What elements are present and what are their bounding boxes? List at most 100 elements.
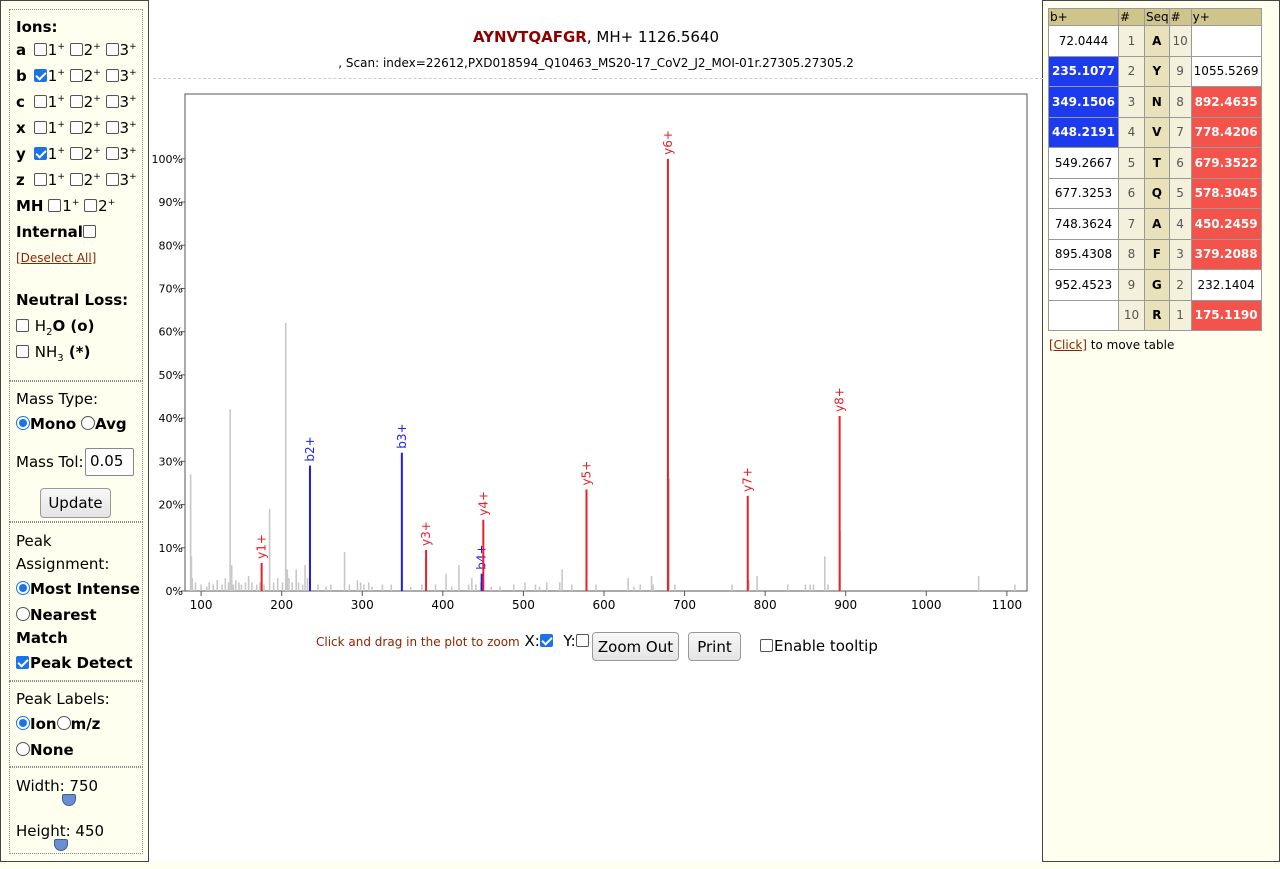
spectrum-plot[interactable]: y1+ b2+ b3+ y3+ b4+ y4+ y5+ y6+ y7+ y8+ 100 200 300 4… xyxy=(149,86,1043,626)
peak-assignment-section: Peak Assignment: Most Intense Nearest Ma… xyxy=(9,522,143,681)
peptide-sequence: AYNVTQAFGR xyxy=(472,28,587,46)
b-ion-mz xyxy=(1048,299,1119,331)
ion-x-2-checkbox[interactable] xyxy=(69,121,83,134)
y-tick-label: 60% xyxy=(159,326,183,339)
x-tick-label: 700 xyxy=(673,598,696,612)
size-section: Width: 750 Height: 450 xyxy=(9,767,143,854)
scan-info: , Scan: index=22612,PXD018594_Q10463_MS2… xyxy=(338,56,854,70)
move-table-link[interactable]: [Click] xyxy=(1049,338,1087,352)
ion-z-3-checkbox[interactable] xyxy=(105,173,119,186)
deselect-all-link[interactable]: [Deselect All] xyxy=(16,251,96,265)
ion-a-3-checkbox[interactable] xyxy=(105,43,119,56)
x-tick-label: 200 xyxy=(270,598,293,612)
ion-label: x xyxy=(16,119,26,137)
b-ion-mz: 72.0444 xyxy=(1048,25,1119,57)
y-tick-label: 90% xyxy=(159,196,183,209)
table-row: 448.2191 4 V 7 778.4206 xyxy=(1048,116,1262,148)
ion-label: c xyxy=(16,93,25,111)
b-index: 5 xyxy=(1118,147,1145,179)
nh3-checkbox[interactable] xyxy=(16,345,29,358)
x-zoom-checkbox[interactable] xyxy=(539,634,553,647)
label-mz-radio[interactable] xyxy=(56,716,71,730)
header-seq: Seq xyxy=(1144,8,1170,26)
internal-checkbox[interactable] xyxy=(82,225,96,238)
label-none-radio[interactable] xyxy=(16,742,30,756)
width-slider-handle[interactable] xyxy=(62,794,76,806)
ion-a-1-checkbox[interactable] xyxy=(33,43,47,56)
ion-y-3-checkbox[interactable] xyxy=(105,147,119,160)
ion-c-1-checkbox[interactable] xyxy=(33,95,47,108)
y-ion-mz: 450.2459 xyxy=(1190,208,1262,240)
zoom-out-button[interactable]: Zoom Out xyxy=(592,632,679,661)
ion-row-x: x 1+ 2+ 3+ xyxy=(16,119,137,137)
nearest-match-radio[interactable] xyxy=(16,607,30,621)
x-tick-label: 900 xyxy=(834,598,857,612)
ion-z-2-checkbox[interactable] xyxy=(69,173,83,186)
y-tick-label: 30% xyxy=(159,455,183,468)
mh-2-checkbox[interactable] xyxy=(84,199,98,212)
charge-label: 2 xyxy=(83,41,94,59)
h2o-checkbox[interactable] xyxy=(16,319,29,332)
enable-tooltip-label: Enable tooltip xyxy=(774,637,878,655)
mh-1-checkbox[interactable] xyxy=(48,199,62,212)
ions-section: Ions: a 1+ 2+ 3+ b 1+ 2+ 3+ c 1+ 2+ 3+ x… xyxy=(9,9,143,381)
y-ion-mz: 892.4635 xyxy=(1190,86,1262,118)
ion-b-2-checkbox[interactable] xyxy=(69,69,83,82)
y-tick-label: 0% xyxy=(166,585,183,598)
ion-label: y xyxy=(16,145,26,163)
b-ion-mz: 448.2191 xyxy=(1048,116,1119,148)
height-slider-handle[interactable] xyxy=(54,839,68,851)
y-tick-label: 50% xyxy=(159,369,183,382)
ion-z-1-checkbox[interactable] xyxy=(33,173,47,186)
options-panel: Ions: a 1+ 2+ 3+ b 1+ 2+ 3+ c 1+ 2+ 3+ x… xyxy=(0,0,149,862)
ion-x-3-checkbox[interactable] xyxy=(105,121,119,134)
x-zoom-label: X: xyxy=(524,632,540,650)
y-index: 9 xyxy=(1168,55,1192,87)
peak-label: y8+ xyxy=(833,387,847,412)
mh-label: MH xyxy=(16,197,44,215)
ion-x-1-checkbox[interactable] xyxy=(33,121,47,134)
most-intense-label: Most Intense xyxy=(30,580,140,598)
x-tick-label: 1100 xyxy=(992,598,1023,612)
y-index: 3 xyxy=(1168,238,1192,270)
ion-y-1-checkbox[interactable] xyxy=(33,147,47,160)
peak-label: b3+ xyxy=(395,423,409,448)
ion-c-2-checkbox[interactable] xyxy=(69,95,83,108)
residue: G xyxy=(1144,269,1170,301)
residue: A xyxy=(1144,25,1170,57)
charge-label: 1 xyxy=(47,145,58,163)
ion-b-3-checkbox[interactable] xyxy=(105,69,119,82)
residue: N xyxy=(1144,86,1170,118)
ion-a-2-checkbox[interactable] xyxy=(69,43,83,56)
nh3-label: NH3 (*) xyxy=(34,343,91,364)
y-index: 4 xyxy=(1168,208,1192,240)
ions-heading: Ions: xyxy=(16,18,58,36)
ion-c-3-checkbox[interactable] xyxy=(105,95,119,108)
mono-radio[interactable] xyxy=(16,416,30,430)
peak-label: b2+ xyxy=(303,436,317,461)
b-ion-mz: 349.1506 xyxy=(1048,86,1119,118)
print-button[interactable]: Print xyxy=(688,632,741,661)
y-zoom-checkbox[interactable] xyxy=(575,634,589,647)
peak-label: y6+ xyxy=(661,130,675,155)
charge-label: 1 xyxy=(47,171,58,189)
residue: A xyxy=(1144,208,1170,240)
avg-radio[interactable] xyxy=(81,416,95,430)
mass-tol-input[interactable]: 0.05 xyxy=(85,448,134,476)
peak-assignment-heading-2: Assignment: xyxy=(16,555,110,573)
most-intense-radio[interactable] xyxy=(16,581,30,595)
b-index: 2 xyxy=(1118,55,1145,87)
b-index: 1 xyxy=(1118,25,1145,57)
charge-label: 2 xyxy=(83,93,94,111)
peak-detect-checkbox[interactable] xyxy=(16,656,29,669)
enable-tooltip-checkbox[interactable] xyxy=(760,639,773,652)
update-button[interactable]: Update xyxy=(40,488,111,518)
residue: T xyxy=(1144,147,1170,179)
peak-labels-section: Peak Labels: Ion m/z None xyxy=(9,681,143,767)
y-ion-mz xyxy=(1190,25,1262,57)
ion-y-2-checkbox[interactable] xyxy=(69,147,83,160)
header-y-index: # xyxy=(1168,8,1192,26)
ion-b-1-checkbox[interactable] xyxy=(33,69,47,82)
charge-label: 3 xyxy=(119,119,130,137)
label-ion-radio[interactable] xyxy=(16,716,30,730)
